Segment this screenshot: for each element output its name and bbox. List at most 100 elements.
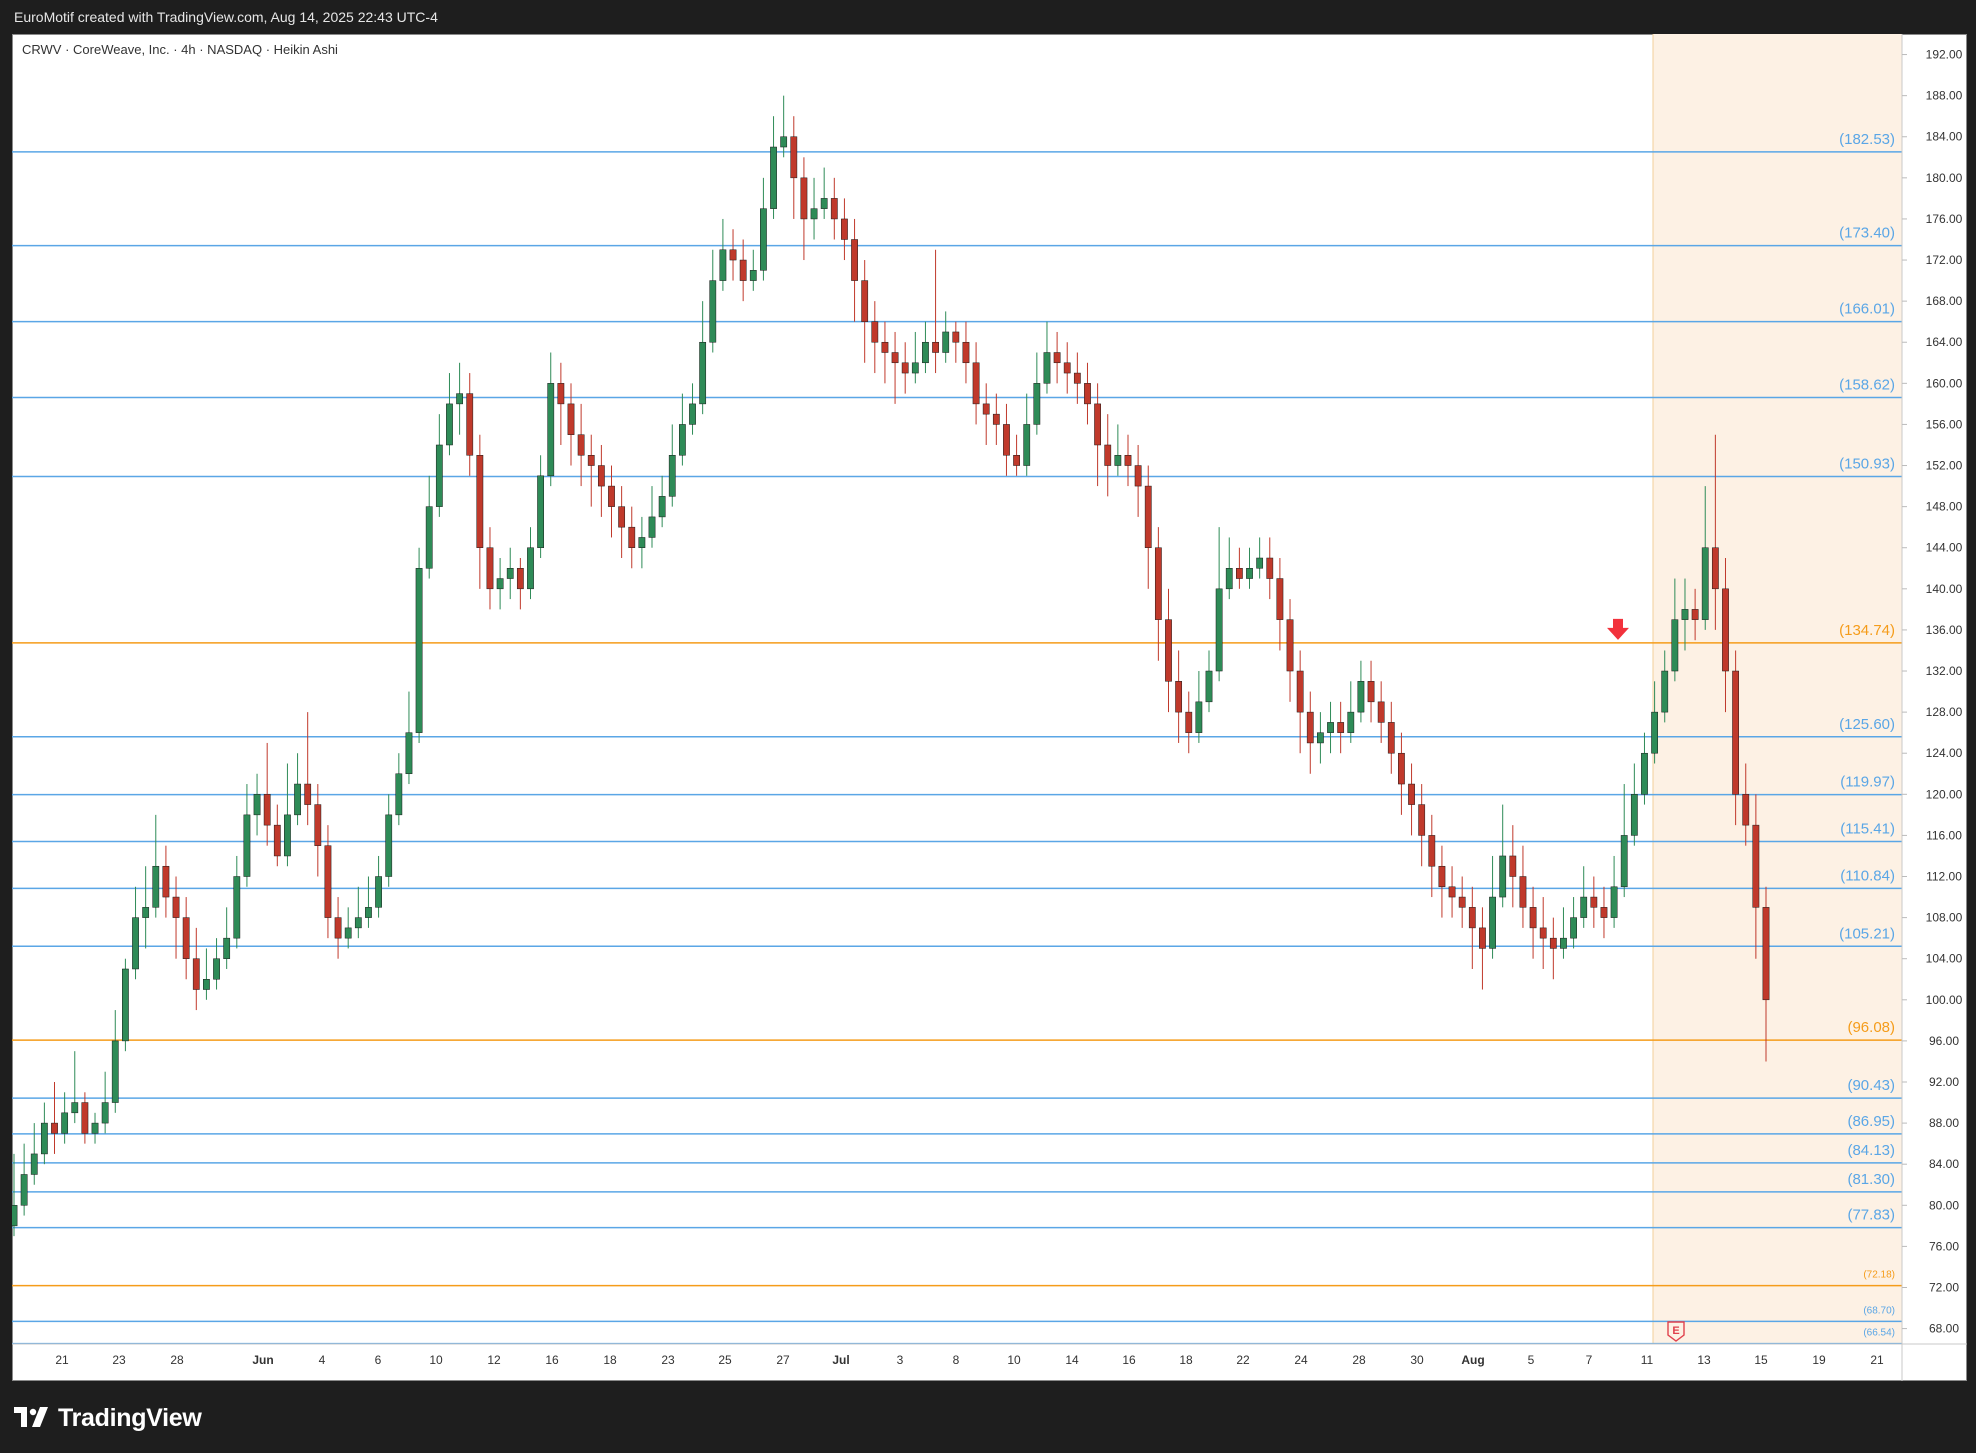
candle[interactable]	[1266, 537, 1274, 600]
candle[interactable]	[243, 784, 251, 887]
candle[interactable]	[1529, 886, 1537, 959]
candle[interactable]	[638, 516, 646, 569]
candle[interactable]	[1286, 599, 1294, 702]
candle[interactable]	[506, 547, 514, 600]
candle[interactable]	[1630, 763, 1638, 846]
candle[interactable]	[992, 393, 1000, 445]
candle[interactable]	[1347, 681, 1355, 743]
candle[interactable]	[597, 444, 605, 517]
candle[interactable]	[972, 342, 980, 425]
candle[interactable]	[1489, 855, 1496, 959]
candle[interactable]	[375, 855, 382, 918]
candle[interactable]	[1317, 712, 1324, 764]
candle[interactable]	[760, 177, 767, 281]
candle[interactable]	[1063, 342, 1071, 394]
candle[interactable]	[12, 1153, 18, 1237]
candle[interactable]	[1600, 886, 1608, 939]
candle[interactable]	[658, 475, 666, 528]
candle[interactable]	[628, 506, 636, 569]
candle[interactable]	[40, 1102, 48, 1165]
candle[interactable]	[263, 742, 271, 846]
candle[interactable]	[861, 260, 869, 363]
candle[interactable]	[182, 897, 190, 980]
candle[interactable]	[1387, 701, 1395, 774]
candle[interactable]	[1519, 845, 1527, 928]
candle[interactable]	[1509, 825, 1517, 908]
candle[interactable]	[1580, 866, 1588, 928]
candle[interactable]	[1641, 732, 1648, 805]
candle[interactable]	[557, 362, 565, 445]
candle[interactable]	[780, 95, 788, 158]
candle[interactable]	[1154, 527, 1162, 661]
candle[interactable]	[901, 342, 909, 394]
candle[interactable]	[618, 486, 626, 558]
candle[interactable]	[314, 784, 322, 877]
candle[interactable]	[1438, 845, 1446, 918]
candle[interactable]	[223, 907, 231, 969]
candle[interactable]	[1104, 414, 1112, 497]
candle[interactable]	[810, 177, 818, 240]
candle[interactable]	[982, 383, 990, 445]
candle[interactable]	[1225, 537, 1233, 600]
candle[interactable]	[1499, 804, 1507, 908]
candle[interactable]	[466, 373, 474, 476]
candle[interactable]	[253, 773, 261, 836]
candle[interactable]	[1033, 352, 1041, 435]
candle[interactable]	[273, 804, 281, 867]
candle[interactable]	[587, 434, 595, 507]
candle[interactable]	[1337, 701, 1345, 754]
candle[interactable]	[1357, 660, 1365, 723]
candle[interactable]	[1094, 383, 1101, 487]
candle[interactable]	[30, 1123, 38, 1185]
candle[interactable]	[1023, 393, 1031, 476]
price-chart[interactable]: 68.00 72.00 76.00 80.00 84.00 88.00 92.00 96.00…	[12, 34, 1967, 1381]
candle[interactable]	[739, 239, 747, 302]
candle[interactable]	[800, 157, 808, 261]
candle[interactable]	[577, 403, 585, 487]
tradingview-brand[interactable]: TradingView	[14, 1403, 202, 1433]
candle[interactable]	[415, 547, 423, 743]
candle[interactable]	[101, 1071, 109, 1134]
candle[interactable]	[1246, 547, 1253, 589]
candle[interactable]	[354, 886, 362, 939]
candle[interactable]	[192, 927, 200, 1011]
candle[interactable]	[1398, 732, 1405, 815]
candle[interactable]	[729, 229, 737, 281]
candle[interactable]	[527, 527, 534, 600]
candle[interactable]	[537, 455, 545, 558]
candle[interactable]	[1306, 691, 1314, 774]
candle[interactable]	[1610, 855, 1618, 928]
candle[interactable]	[1185, 691, 1193, 754]
candle[interactable]	[446, 373, 453, 456]
candle[interactable]	[719, 218, 727, 291]
candle[interactable]	[91, 1112, 99, 1144]
candle[interactable]	[891, 331, 899, 404]
candle[interactable]	[790, 116, 798, 219]
candle[interactable]	[1377, 681, 1385, 743]
candle[interactable]	[871, 301, 879, 374]
candle[interactable]	[344, 907, 352, 949]
candle[interactable]	[1043, 321, 1051, 394]
candle[interactable]	[233, 855, 241, 949]
candle[interactable]	[162, 845, 170, 918]
candle[interactable]	[1013, 434, 1020, 476]
candle[interactable]	[486, 527, 494, 610]
candle[interactable]	[476, 434, 484, 589]
candle[interactable]	[679, 393, 686, 466]
candle[interactable]	[132, 886, 139, 980]
candle[interactable]	[830, 177, 838, 240]
candle[interactable]	[111, 1010, 119, 1113]
candle[interactable]	[841, 198, 848, 261]
candle[interactable]	[1327, 701, 1334, 754]
candle[interactable]	[284, 763, 291, 867]
candle[interactable]	[770, 116, 777, 219]
candle[interactable]	[385, 794, 393, 887]
candle[interactable]	[1448, 866, 1456, 918]
candle[interactable]	[932, 249, 939, 374]
candle[interactable]	[122, 958, 129, 1052]
candle[interactable]	[203, 948, 210, 1000]
candle[interactable]	[851, 218, 858, 322]
candle[interactable]	[81, 1092, 89, 1144]
candle[interactable]	[1215, 527, 1223, 682]
candle[interactable]	[395, 753, 403, 826]
